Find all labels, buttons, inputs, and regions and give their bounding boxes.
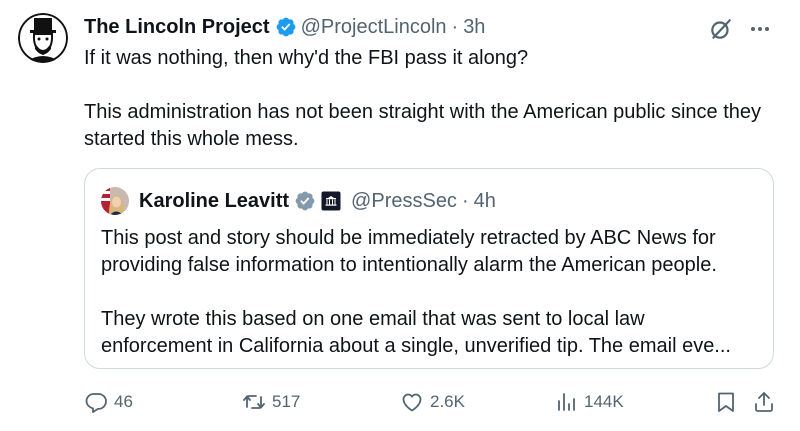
views-button[interactable]: 144K [554,390,624,414]
tweet-text: If it was nothing, then why'd the FBI pa… [84,45,774,153]
quoted-avatar-photo-icon [101,187,129,215]
quoted-author-handle: @PressSec [351,189,457,212]
separator-dot: · [461,189,469,212]
tweet-top-actions [708,16,772,42]
action-bar: 46 517 2.6K 144K [84,390,784,416]
grok-icon[interactable] [708,16,734,42]
quoted-tweet-card[interactable]: Karoline Leavitt @PressSec · 4h This pos… [84,168,774,369]
author-name[interactable]: The Lincoln Project [84,14,270,40]
heart-icon [402,393,422,412]
reply-icon [85,393,107,413]
quoted-paragraph: This post and story should be immediatel… [101,227,717,276]
quoted-timestamp: 4h [473,189,496,212]
share-button[interactable] [752,390,776,414]
verified-badge-icon[interactable] [275,16,297,38]
bookmark-icon [718,392,734,412]
analytics-icon [558,393,575,411]
share-icon [755,392,773,412]
bookmark-button[interactable] [714,390,738,414]
like-count: 2.6K [430,392,465,411]
avatar[interactable] [18,13,68,63]
reply-count: 46 [114,392,133,411]
tweet-header: The Lincoln Project @ProjectLincoln · 3h [84,14,485,40]
view-count: 144K [584,392,624,411]
tweet-paragraph: If it was nothing, then why'd the FBI pa… [84,47,529,69]
quoted-tweet-header: Karoline Leavitt @PressSec · 4h [101,186,496,216]
repost-count: 517 [272,392,301,411]
quoted-avatar [101,187,129,215]
like-button[interactable]: 2.6K [400,390,465,414]
gray-verified-badge-icon [295,191,315,211]
repost-button[interactable]: 517 [242,390,300,414]
tweet-paragraph: This administration has not been straigh… [84,101,762,150]
more-options-icon[interactable] [748,17,772,41]
quoted-paragraph: They wrote this based on one email that … [101,308,731,357]
quoted-tweet-text: This post and story should be immediatel… [101,225,761,360]
quoted-author-name: Karoline Leavitt [139,189,290,212]
reply-button[interactable]: 46 [84,390,133,414]
repost-icon [243,395,265,409]
separator-dot: · [451,16,459,38]
author-handle[interactable]: @ProjectLincoln [301,14,447,40]
lincoln-portrait-icon [18,13,68,63]
white-house-badge-icon [321,191,341,211]
timestamp[interactable]: 3h [463,14,485,40]
